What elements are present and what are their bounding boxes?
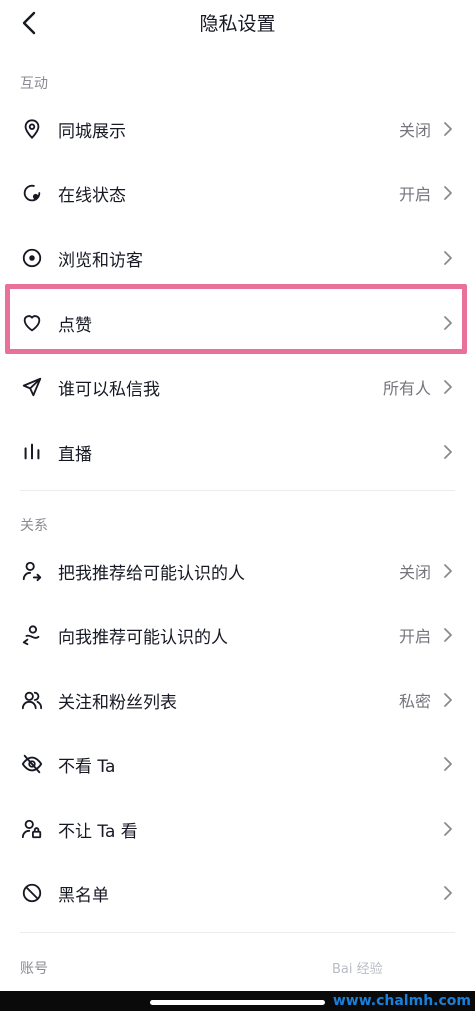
- divider: [20, 490, 455, 491]
- row-live[interactable]: 直播: [0, 420, 475, 484]
- divider: [20, 932, 455, 933]
- chevron-right-icon: [441, 819, 455, 839]
- users-icon: [20, 688, 44, 712]
- row-label: 在线状态: [58, 185, 126, 206]
- chevron-right-icon: [441, 754, 455, 774]
- row-follow-list[interactable]: 关注和粉丝列表 私密: [0, 668, 475, 732]
- row-label: 关注和粉丝列表: [58, 692, 177, 713]
- row-value: 关闭: [398, 563, 431, 582]
- row-value: 开启: [398, 627, 431, 646]
- row-label: 不让 Ta 看: [58, 821, 138, 842]
- row-value: 关闭: [398, 121, 431, 140]
- row-label: 同城展示: [58, 121, 126, 142]
- row-label: 谁可以私信我: [58, 379, 160, 400]
- section-title-interaction: 互动: [20, 76, 48, 92]
- row-online-status[interactable]: 在线状态 开启: [0, 161, 475, 225]
- eye-off-icon: [20, 752, 44, 776]
- chevron-right-icon: [441, 883, 455, 903]
- user-share-icon: [20, 559, 44, 583]
- site-watermark: www.chalmh.com: [332, 993, 471, 1009]
- row-label: 把我推荐给可能认识的人: [58, 563, 245, 584]
- row-label: 浏览和访客: [58, 250, 143, 271]
- send-icon: [20, 375, 44, 399]
- location-pin-icon: [20, 117, 44, 141]
- row-label: 不看 Ta: [58, 756, 116, 777]
- user-recommend-icon: [20, 623, 44, 647]
- chevron-right-icon: [441, 248, 455, 268]
- row-who-can-message[interactable]: 谁可以私信我 所有人: [0, 355, 475, 419]
- row-label: 黑名单: [58, 885, 109, 906]
- bottom-bar: www.chalmh.com: [0, 991, 475, 1011]
- highlight-box: [5, 284, 467, 354]
- row-hide-ta[interactable]: 不看 Ta: [0, 732, 475, 796]
- home-indicator[interactable]: [150, 1000, 325, 1005]
- chevron-right-icon: [441, 377, 455, 397]
- chevron-right-icon: [441, 561, 455, 581]
- row-label: 向我推荐可能认识的人: [58, 627, 228, 648]
- chevron-right-icon: [441, 183, 455, 203]
- chevron-right-icon: [441, 690, 455, 710]
- chevron-right-icon: [441, 119, 455, 139]
- section-title-relations: 关系: [20, 518, 48, 534]
- row-value: 开启: [398, 185, 431, 204]
- online-status-icon: [20, 181, 44, 205]
- row-same-city[interactable]: 同城展示 关闭: [0, 97, 475, 161]
- baidu-watermark: Bai 经验: [332, 962, 383, 977]
- chevron-right-icon: [441, 442, 455, 462]
- live-bars-icon: [20, 440, 44, 464]
- user-lock-icon: [20, 817, 44, 841]
- row-block-ta-view[interactable]: 不让 Ta 看: [0, 797, 475, 861]
- row-blacklist[interactable]: 黑名单: [0, 861, 475, 925]
- block-icon: [20, 881, 44, 905]
- header: 隐私设置: [0, 0, 475, 46]
- row-value: 所有人: [382, 379, 431, 398]
- row-label: 直播: [58, 444, 92, 465]
- page-title: 隐私设置: [199, 13, 276, 35]
- section-title-account: 账号: [20, 961, 48, 977]
- chevron-right-icon: [441, 625, 455, 645]
- row-recommend-me[interactable]: 把我推荐给可能认识的人 关闭: [0, 539, 475, 603]
- row-views-visitors[interactable]: 浏览和访客: [0, 226, 475, 290]
- row-value: 私密: [398, 692, 431, 711]
- row-recommend-to-me[interactable]: 向我推荐可能认识的人 开启: [0, 603, 475, 667]
- eye-icon: [20, 246, 44, 270]
